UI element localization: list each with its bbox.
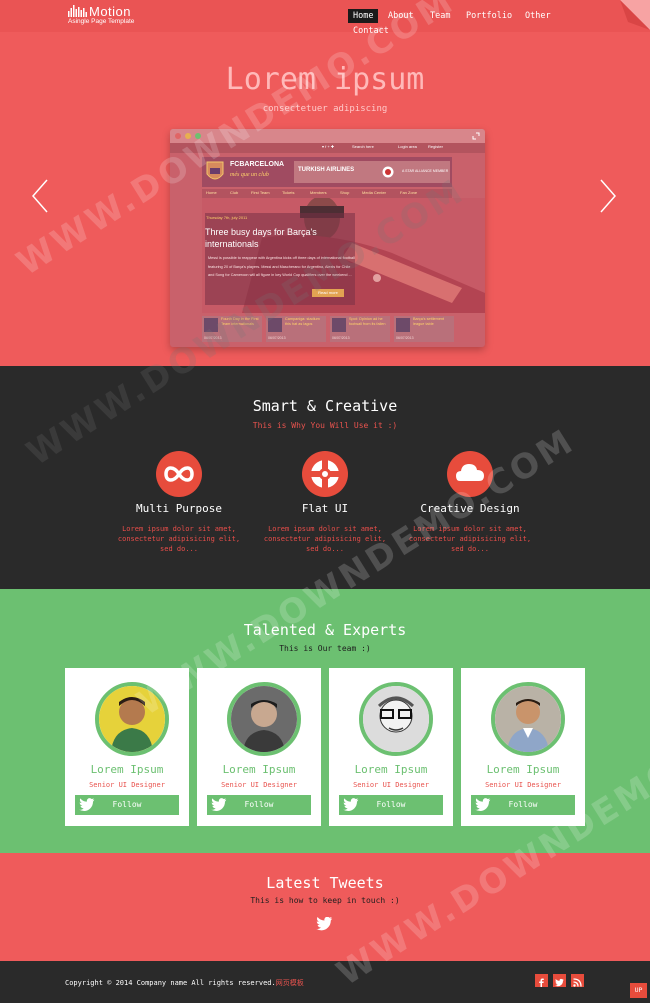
site-menu-item: Tickets (282, 190, 295, 195)
sponsor-banner: TURKISH AIRLINES A STAR ALLIANCE MEMBER (294, 161, 450, 183)
site-menu-item: Members (310, 190, 327, 195)
logo-name[interactable]: Motion (89, 4, 131, 19)
copyright-link[interactable]: 网页模板 (276, 979, 304, 987)
thumb-text: Barça's settlement league table (413, 317, 445, 326)
follow-label: Follow (244, 800, 274, 809)
site-menu-item: First Team (251, 190, 270, 195)
page-corner-icon (620, 0, 650, 30)
site-motto: més que un club (230, 172, 269, 178)
follow-button[interactable]: Follow (75, 795, 179, 815)
follow-label: Follow (376, 800, 406, 809)
copyright-label: Copyright © 2014 Company name All rights… (65, 979, 276, 987)
member-name: Lorem Ipsum (354, 763, 428, 776)
footer: Copyright © 2014 Company name All rights… (0, 961, 650, 1003)
site-menu-item: Shop (340, 190, 350, 195)
feature-body: Lorem ipsum dolor sit amet, consectetur … (117, 525, 241, 553)
feature-title: Flat UI (301, 502, 349, 515)
site-menu-item: Club (230, 190, 239, 195)
site-brand: FCBARCELONA (230, 161, 285, 168)
infinity-icon (156, 451, 202, 497)
twitter-icon[interactable] (316, 917, 333, 931)
member-name: Lorem Ipsum (486, 763, 560, 776)
tweets-section: Latest Tweets This is how to keep in tou… (0, 853, 650, 961)
nav-other[interactable]: Other (520, 9, 556, 23)
news-thumb: Barça's settlement league table 06/07/20… (394, 316, 454, 342)
thumb-text: Campaniga: stadium this hat as lagos (285, 317, 320, 326)
chevron-left-icon[interactable] (30, 178, 50, 214)
thumb-image (332, 318, 346, 332)
site-search: Search here (352, 144, 374, 149)
member-name: Lorem Ipsum (90, 763, 164, 776)
social-mini-icons: ▾ f + ✚ (322, 144, 335, 149)
thumb-text: Spot: Opinion ad he footwall from its fa… (349, 317, 386, 326)
scroll-up-button[interactable]: UP (630, 983, 647, 998)
chevron-right-icon[interactable] (598, 178, 618, 214)
follow-button[interactable]: Follow (339, 795, 443, 815)
thumb-meta: 06/07/2013 (332, 336, 350, 340)
hero-subtitle: consectetuer adipiscing (262, 104, 388, 114)
site-login: Login area (398, 144, 417, 149)
member-role: Senior UI Designer (89, 781, 165, 789)
team-card: Lorem Ipsum Senior UI Designer Follow (197, 668, 321, 826)
member-role: Senior UI Designer (353, 781, 429, 789)
avatar (491, 682, 565, 756)
team-card: Lorem Ipsum Senior UI Designer Follow (461, 668, 585, 826)
follow-button[interactable]: Follow (471, 795, 575, 815)
rss-icon[interactable] (571, 974, 584, 987)
thumb-meta: 06/07/2013 (268, 336, 286, 340)
article-date: Thursday 7th, july 2011 (206, 215, 248, 220)
sponsor-name: TURKISH AIRLINES (298, 167, 355, 173)
nav-home[interactable]: Home (348, 9, 379, 23)
copyright-text: Copyright © 2014 Company name All rights… (65, 978, 304, 988)
twitter-icon[interactable] (553, 974, 566, 987)
thumb-image (396, 318, 410, 332)
tweets-title: Latest Tweets (266, 874, 384, 892)
feature-title: Multi Purpose (135, 502, 223, 515)
news-thumb: Spot: Opinion ad he footwall from its fa… (330, 316, 390, 342)
tweets-subtitle: This is how to keep in touch :) (250, 896, 400, 905)
avatar (359, 682, 433, 756)
member-role: Senior UI Designer (221, 781, 297, 789)
site-register: Register (428, 144, 443, 149)
close-dot-icon (175, 133, 181, 139)
sponsor-logo-icon (382, 166, 394, 178)
expand-icon (472, 132, 480, 140)
team-card: Lorem Ipsum Senior UI Designer Follow (329, 668, 453, 826)
site-menu-item: Home (206, 190, 217, 195)
logo-bars-icon (68, 5, 87, 17)
article-headline: Three busy days for Barça's internationa… (205, 227, 317, 249)
facebook-icon[interactable] (535, 974, 548, 987)
site-menu-item: Media Center (362, 190, 387, 195)
follow-button[interactable]: Follow (207, 795, 311, 815)
nav-portfolio[interactable]: Portfolio (461, 9, 517, 23)
member-role: Senior UI Designer (485, 781, 561, 789)
follow-label: Follow (112, 800, 142, 809)
member-name: Lorem Ipsum (222, 763, 296, 776)
follow-label: Follow (508, 800, 538, 809)
thumb-meta: 06/07/2013 (396, 336, 414, 340)
avatar (227, 682, 301, 756)
logo-tagline: Asingle Page Template (68, 18, 135, 25)
team-section: Talented & Experts This is Our team :) L… (0, 589, 650, 853)
lifebuoy-icon (302, 451, 348, 497)
sponsor-note: A STAR ALLIANCE MEMBER (402, 169, 449, 173)
site-banner: FCBARCELONA més que un club TURKISH AIRL… (202, 157, 452, 187)
team-title: Talented & Experts (243, 621, 407, 639)
top-navbar: Motion Asingle Page Template Home About … (0, 0, 650, 36)
team-subtitle: This is Our team :) (279, 644, 371, 653)
